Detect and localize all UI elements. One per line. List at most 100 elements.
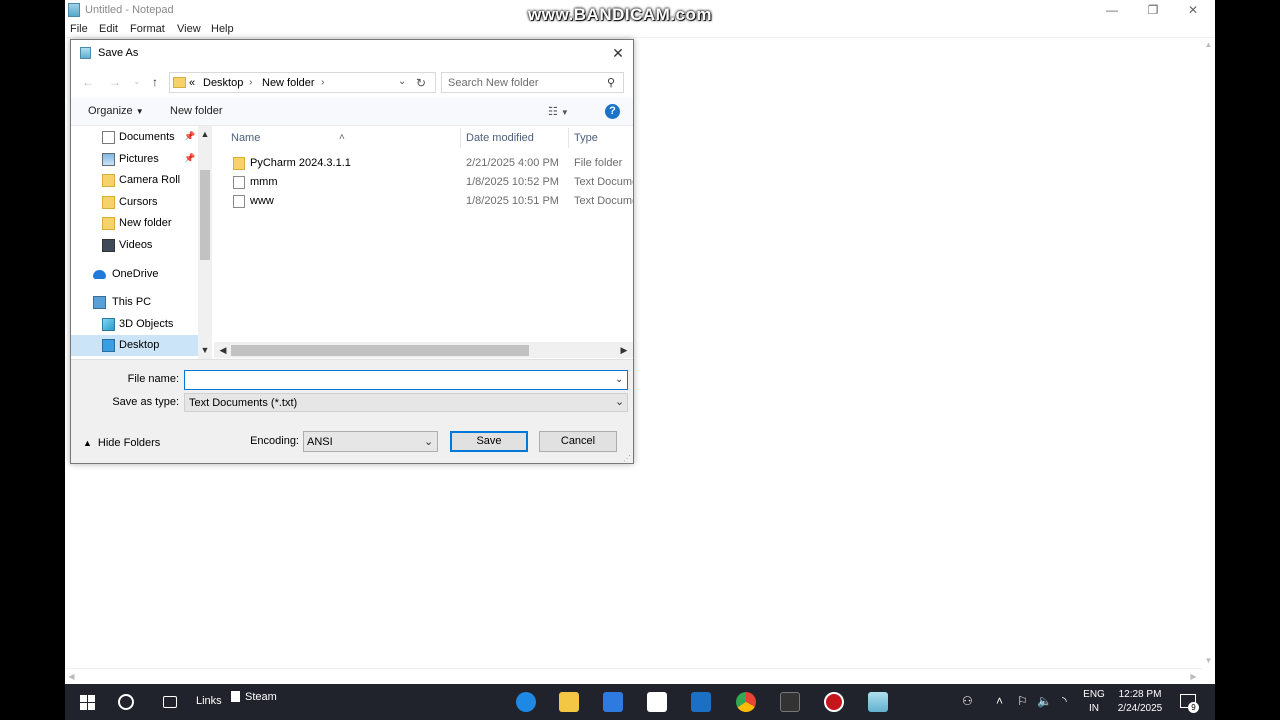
hide-folders-button[interactable]: ▲ Hide Folders (83, 437, 160, 449)
notepad-vertical-scrollbar[interactable]: ▲ ▼ (1202, 38, 1215, 668)
navigation-pane-scrollbar[interactable]: ▲ ▼ (198, 126, 212, 359)
sidebar-item-cursors[interactable]: Cursors (71, 192, 199, 213)
sidebar-item-documents[interactable]: Documents 📌 (71, 127, 199, 148)
mail-icon[interactable] (691, 692, 711, 712)
address-dropdown-icon[interactable]: ⌄ (398, 76, 406, 87)
refresh-icon[interactable]: ↻ (416, 76, 426, 90)
search-icon[interactable]: ⚲ (604, 76, 618, 90)
search-box[interactable]: Search New folder ⚲ (441, 72, 624, 93)
file-row[interactable]: PyCharm 2024.3.1.1 2/21/2025 4:00 PM Fil… (214, 154, 633, 173)
cortana-search-icon[interactable] (118, 694, 134, 710)
sidebar-item-videos[interactable]: Videos (71, 235, 199, 256)
encoding-select[interactable]: ANSI ⌄ (303, 431, 438, 452)
steam-file-icon[interactable] (231, 691, 240, 702)
close-button[interactable]: ✕ (1178, 2, 1208, 18)
column-date-label: Date modified (466, 132, 534, 144)
file-type: Text Document (574, 195, 633, 207)
links-toolbar[interactable]: Links (196, 695, 222, 707)
scroll-left-icon[interactable]: ◀ (217, 344, 229, 356)
windows-start-icon[interactable] (78, 692, 98, 712)
menu-file[interactable]: File (70, 23, 88, 35)
breadcrumb-desktop[interactable]: Desktop (203, 77, 243, 89)
cancel-button[interactable]: Cancel (539, 431, 617, 452)
sidebar-item-onedrive[interactable]: OneDrive (71, 264, 199, 285)
view-options-icon[interactable]: ☷ ▼ (548, 105, 569, 118)
notepad-horizontal-scrollbar[interactable]: ◀ ▶ (65, 668, 1202, 684)
minimize-button[interactable]: — (1097, 2, 1127, 18)
folder-icon (102, 196, 115, 209)
sidebar-item-new-folder[interactable]: New folder (71, 213, 199, 234)
sidebar-item-pictures[interactable]: Pictures 📌 (71, 149, 199, 170)
scroll-down-icon[interactable]: ▼ (200, 344, 210, 356)
file-row[interactable]: www 1/8/2025 10:51 PM Text Document (214, 192, 633, 211)
scroll-down-icon[interactable]: ▼ (1204, 656, 1213, 665)
edge-icon[interactable] (516, 692, 536, 712)
show-hidden-icons-chevron-icon[interactable]: ˄ (996, 694, 1003, 708)
address-overflow[interactable]: « (189, 77, 195, 89)
file-name: www (250, 195, 274, 207)
sidebar-item-desktop[interactable]: Desktop (71, 335, 199, 356)
column-header-date[interactable]: Date modified (461, 126, 568, 150)
scroll-right-icon[interactable]: ▶ (618, 344, 630, 356)
file-row[interactable]: mmm 1/8/2025 10:52 PM Text Document (214, 173, 633, 192)
sidebar-item-this-pc[interactable]: This PC (71, 292, 199, 313)
volume-icon[interactable]: 🔈 (1037, 694, 1052, 708)
steam-shortcut[interactable]: Steam (245, 691, 277, 703)
file-name-input[interactable] (184, 370, 628, 390)
file-list-horizontal-scrollbar[interactable]: ◀ ▶ (214, 342, 633, 358)
navigation-pane: Documents 📌 Pictures 📌 Camera Roll Curso… (71, 126, 212, 359)
forward-arrow-icon[interactable]: → (107, 74, 123, 90)
scroll-left-icon[interactable]: ◀ (67, 672, 76, 681)
bandicam-record-icon[interactable] (824, 692, 844, 712)
chrome-icon[interactable] (736, 692, 756, 712)
breadcrumb-new-folder[interactable]: New folder (262, 77, 315, 89)
sidebar-item-camera-roll[interactable]: Camera Roll (71, 170, 199, 191)
scroll-up-icon[interactable]: ▲ (200, 128, 210, 140)
task-view-icon[interactable] (163, 696, 177, 708)
wifi-icon[interactable]: ◝ (1062, 694, 1067, 708)
menu-format[interactable]: Format (130, 23, 165, 35)
menu-view[interactable]: View (177, 23, 201, 35)
column-header-type[interactable]: Type (569, 126, 633, 150)
breadcrumb-chevron-icon[interactable]: › (249, 77, 252, 88)
up-arrow-icon[interactable]: ↑ (147, 74, 163, 90)
clock[interactable]: 12:28 PM 2/24/2025 (1110, 689, 1170, 714)
column-header-name[interactable]: Name ˄ (214, 126, 460, 150)
notepad-taskbar-icon[interactable] (868, 692, 888, 712)
file-explorer-icon[interactable] (559, 692, 579, 712)
cda-icon[interactable] (647, 692, 667, 712)
save-as-type-select[interactable]: Text Documents (*.txt) ⌄ (184, 393, 628, 412)
help-icon[interactable]: ? (605, 104, 620, 119)
file-date: 1/8/2025 10:52 PM (466, 176, 559, 188)
people-icon[interactable]: ⚇ (962, 694, 973, 708)
address-bar[interactable]: « Desktop › New folder › ⌄ ↻ (169, 72, 436, 93)
scroll-up-icon[interactable]: ▲ (1204, 40, 1213, 49)
network-icon[interactable]: ⚐ (1017, 694, 1028, 708)
menu-edit[interactable]: Edit (99, 23, 118, 35)
organize-button[interactable]: Organize ▼ (88, 105, 144, 117)
new-folder-button[interactable]: New folder (170, 105, 223, 117)
dialog-toolbar: Organize ▼ New folder ☷ ▼ ? (71, 98, 633, 126)
chevron-down-icon[interactable]: ⌄ (615, 374, 623, 385)
microsoft-store-icon[interactable] (603, 692, 623, 712)
notification-count-badge: 9 (1188, 702, 1199, 713)
language-indicator[interactable]: ENG IN (1078, 689, 1110, 714)
maximize-button[interactable]: ❐ (1138, 2, 1168, 18)
sidebar-item-3d-objects[interactable]: 3D Objects (71, 314, 199, 335)
scrollbar-thumb[interactable] (200, 170, 210, 260)
resize-grip-icon[interactable]: ⋰ (623, 454, 631, 463)
save-button[interactable]: Save (450, 431, 528, 452)
text-file-icon (233, 176, 245, 189)
epic-games-icon[interactable] (780, 692, 800, 712)
file-name: mmm (250, 176, 278, 188)
back-arrow-icon[interactable]: ← (80, 74, 96, 90)
scrollbar-thumb[interactable] (231, 345, 529, 356)
scroll-right-icon[interactable]: ▶ (1189, 672, 1198, 681)
dialog-close-button[interactable]: ✕ (608, 44, 628, 62)
breadcrumb-chevron-icon[interactable]: › (321, 77, 324, 88)
3d-objects-icon (102, 318, 115, 331)
clock-date: 2/24/2025 (1117, 703, 1163, 714)
recent-locations-chevron-icon[interactable]: ⌄ (129, 74, 145, 90)
sidebar-item-label: 3D Objects (119, 318, 174, 330)
menu-help[interactable]: Help (211, 23, 234, 35)
